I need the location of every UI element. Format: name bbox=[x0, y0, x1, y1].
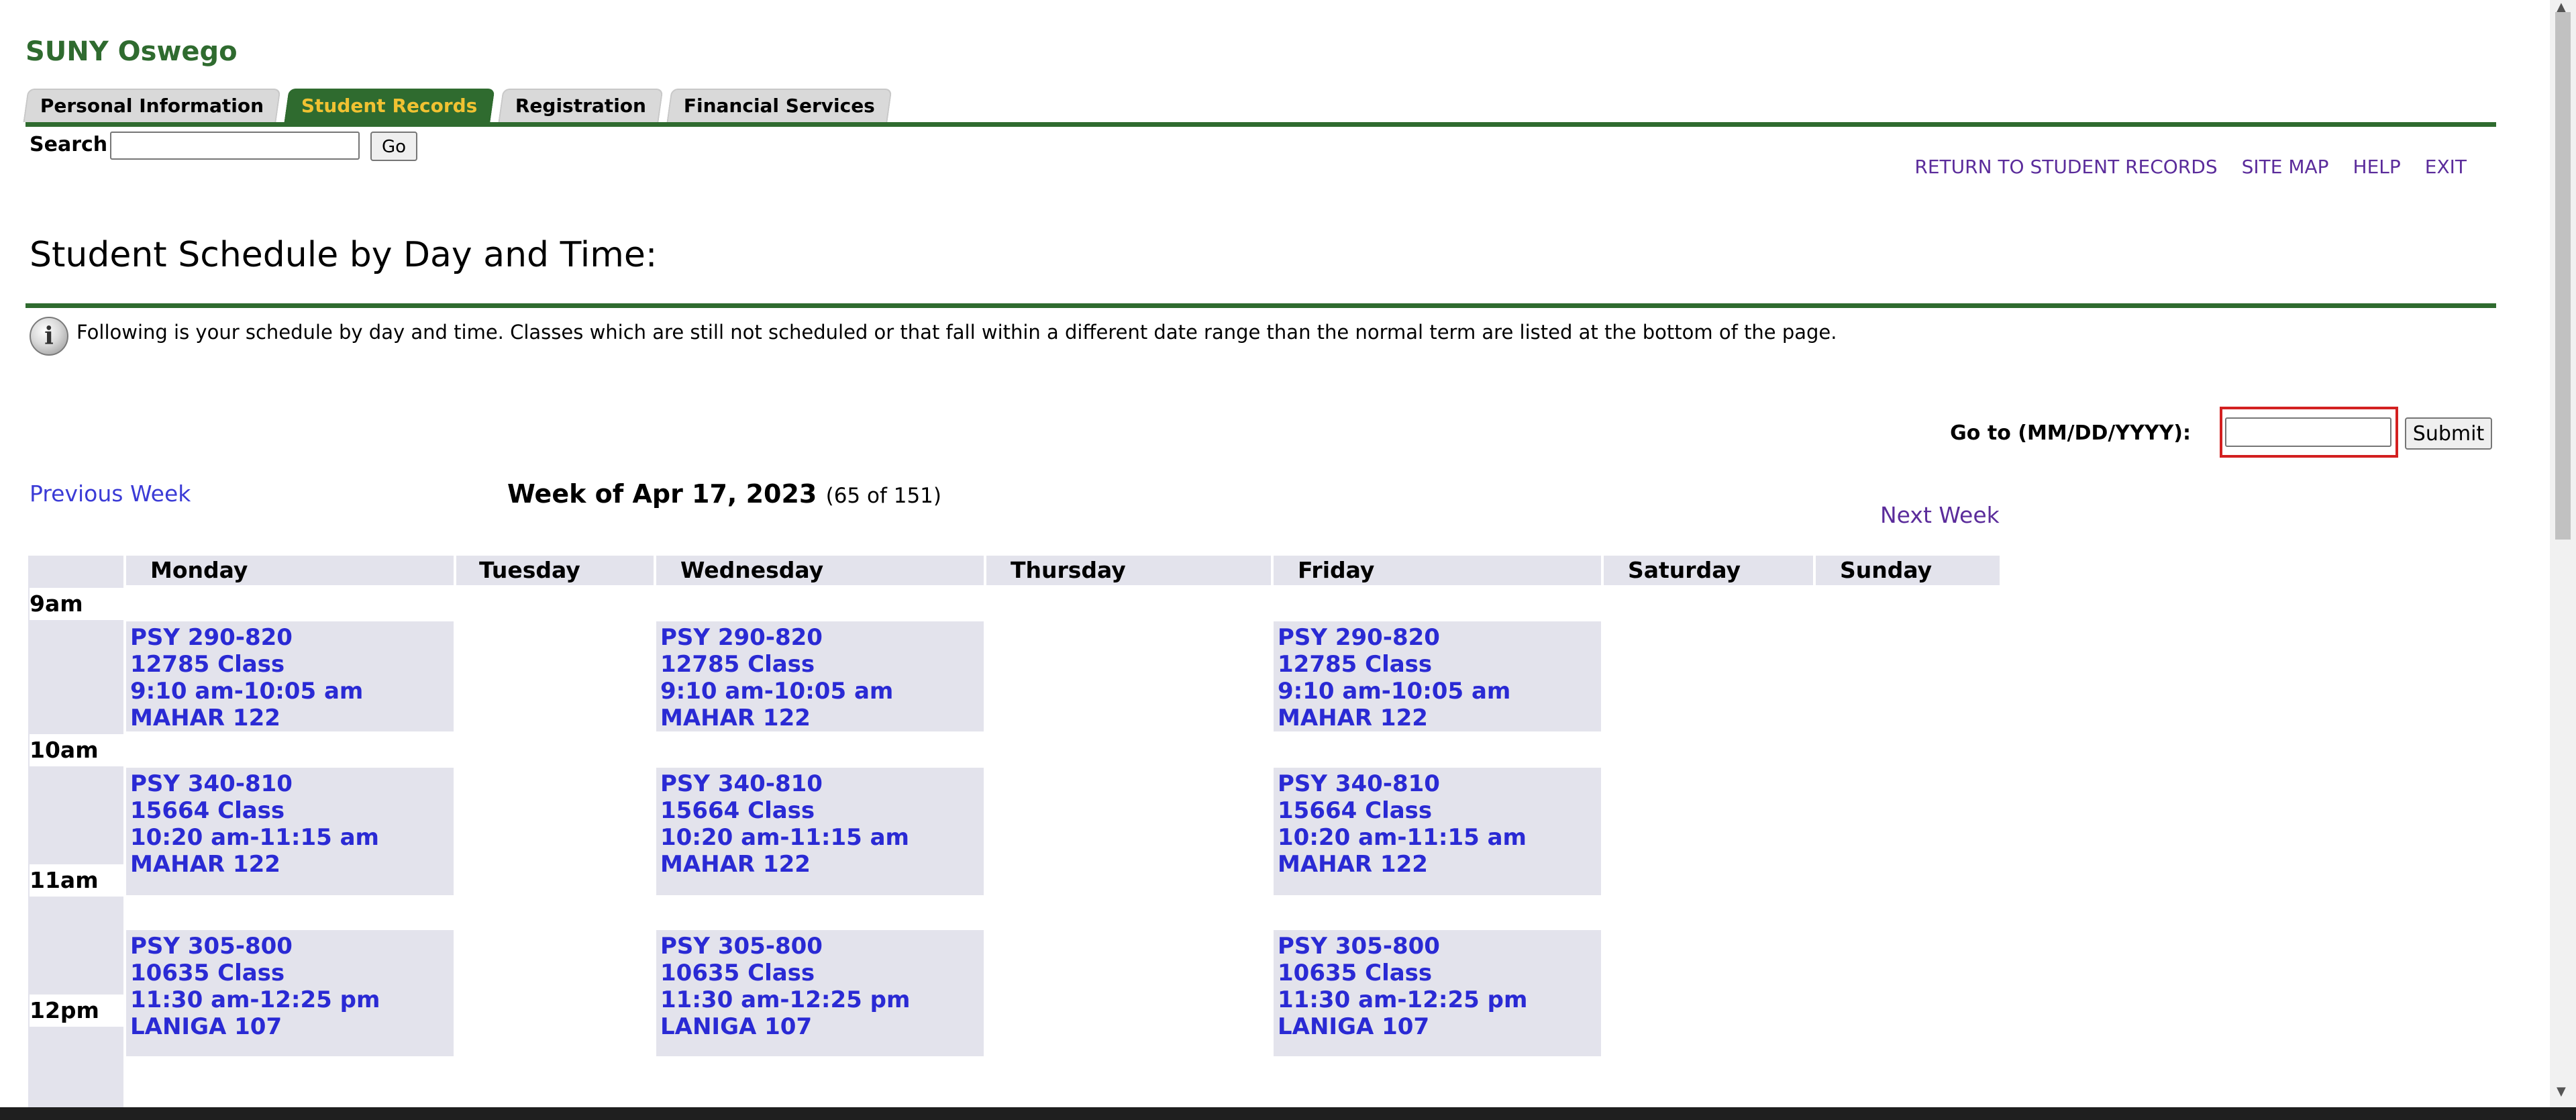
class-crn-link[interactable]: 12785 Class bbox=[660, 651, 984, 678]
site-map-link[interactable]: SITE MAP bbox=[2242, 156, 2329, 178]
week-count: (65 of 151) bbox=[825, 484, 942, 508]
class-room-link[interactable]: MAHAR 122 bbox=[130, 705, 454, 731]
info-text: Following is your schedule by day and ti… bbox=[76, 321, 1837, 344]
time-label-11am: 11am bbox=[30, 864, 123, 897]
day-header-monday: Monday bbox=[126, 556, 454, 585]
tab-financial-services[interactable]: Financial Services bbox=[666, 89, 892, 122]
class-course-link[interactable]: PSY 290-820 bbox=[130, 624, 454, 651]
class-room-link[interactable]: LANIGA 107 bbox=[1278, 1013, 1601, 1040]
class-block-monday-psy305: PSY 305-800 10635 Class 11:30 am-12:25 p… bbox=[126, 930, 454, 1056]
tab-label: Registration bbox=[515, 95, 646, 117]
class-block-friday-psy290: PSY 290-820 12785 Class 9:10 am-10:05 am… bbox=[1274, 621, 1601, 731]
class-room-link[interactable]: MAHAR 122 bbox=[660, 705, 984, 731]
day-header-wednesday: Wednesday bbox=[656, 556, 984, 585]
vertical-scrollbar[interactable]: ▲ ▼ bbox=[2550, 0, 2576, 1107]
class-course-link[interactable]: PSY 340-810 bbox=[130, 770, 454, 797]
class-room-link[interactable]: MAHAR 122 bbox=[1278, 705, 1601, 731]
class-time-link[interactable]: 10:20 am-11:15 am bbox=[660, 824, 984, 851]
class-block-wednesday-psy340: PSY 340-810 15664 Class 10:20 am-11:15 a… bbox=[656, 768, 984, 895]
return-to-student-records-link[interactable]: RETURN TO STUDENT RECORDS bbox=[1914, 156, 2217, 178]
day-header-corner bbox=[28, 556, 123, 585]
tab-personal-information[interactable]: Personal Information bbox=[23, 89, 281, 122]
class-crn-link[interactable]: 10635 Class bbox=[660, 960, 984, 986]
week-of-text: Week of Apr 17, 2023 bbox=[507, 479, 817, 509]
class-time-link[interactable]: 9:10 am-10:05 am bbox=[660, 678, 984, 705]
class-block-monday-psy290: PSY 290-820 12785 Class 9:10 am-10:05 am… bbox=[126, 621, 454, 731]
time-label-12pm: 12pm bbox=[30, 995, 123, 1027]
search-label: Search bbox=[30, 133, 108, 156]
class-course-link[interactable]: PSY 305-800 bbox=[1278, 933, 1601, 960]
day-header-sunday: Sunday bbox=[1816, 556, 2000, 585]
header-divider bbox=[25, 122, 2496, 127]
submit-button[interactable]: Submit bbox=[2405, 417, 2492, 450]
day-header-tuesday: Tuesday bbox=[456, 556, 654, 585]
class-time-link[interactable]: 11:30 am-12:25 pm bbox=[660, 986, 984, 1013]
class-time-link[interactable]: 10:20 am-11:15 am bbox=[130, 824, 454, 851]
class-block-wednesday-psy305: PSY 305-800 10635 Class 11:30 am-12:25 p… bbox=[656, 930, 984, 1056]
previous-week-link[interactable]: Previous Week bbox=[30, 480, 191, 507]
class-crn-link[interactable]: 12785 Class bbox=[1278, 651, 1601, 678]
info-icon: i bbox=[30, 317, 68, 356]
scroll-down-icon[interactable]: ▼ bbox=[2557, 1084, 2566, 1099]
class-crn-link[interactable]: 15664 Class bbox=[130, 797, 454, 824]
title-divider bbox=[25, 303, 2496, 308]
day-header-saturday: Saturday bbox=[1604, 556, 1813, 585]
class-time-link[interactable]: 10:20 am-11:15 am bbox=[1278, 824, 1601, 851]
class-room-link[interactable]: MAHAR 122 bbox=[660, 851, 984, 878]
class-block-wednesday-psy290: PSY 290-820 12785 Class 9:10 am-10:05 am… bbox=[656, 621, 984, 731]
class-block-friday-psy340: PSY 340-810 15664 Class 10:20 am-11:15 a… bbox=[1274, 768, 1601, 895]
goto-date-input[interactable] bbox=[2225, 417, 2391, 447]
search-input[interactable] bbox=[110, 132, 360, 160]
class-time-link[interactable]: 9:10 am-10:05 am bbox=[1278, 678, 1601, 705]
institution-name: SUNY Oswego bbox=[25, 36, 238, 67]
time-label-9am: 9am bbox=[30, 588, 123, 620]
tab-label: Financial Services bbox=[683, 95, 875, 117]
tab-registration[interactable]: Registration bbox=[498, 89, 664, 122]
class-crn-link[interactable]: 15664 Class bbox=[660, 797, 984, 824]
class-crn-link[interactable]: 12785 Class bbox=[130, 651, 454, 678]
class-block-friday-psy305: PSY 305-800 10635 Class 11:30 am-12:25 p… bbox=[1274, 930, 1601, 1056]
class-time-link[interactable]: 11:30 am-12:25 pm bbox=[130, 986, 454, 1013]
class-crn-link[interactable]: 15664 Class bbox=[1278, 797, 1601, 824]
taskbar-edge bbox=[0, 1107, 2576, 1120]
tab-label: Personal Information bbox=[40, 95, 264, 117]
class-room-link[interactable]: LANIGA 107 bbox=[660, 1013, 984, 1040]
scroll-thumb[interactable] bbox=[2555, 12, 2571, 540]
top-links: RETURN TO STUDENT RECORDS SITE MAP HELP … bbox=[1914, 156, 2467, 178]
time-column bbox=[28, 585, 123, 1109]
time-label-10am: 10am bbox=[30, 734, 123, 766]
class-room-link[interactable]: MAHAR 122 bbox=[1278, 851, 1601, 878]
day-header-thursday: Thursday bbox=[986, 556, 1271, 585]
tab-label: Student Records bbox=[301, 95, 478, 117]
page-title: Student Schedule by Day and Time: bbox=[30, 235, 658, 275]
class-time-link[interactable]: 11:30 am-12:25 pm bbox=[1278, 986, 1601, 1013]
help-link[interactable]: HELP bbox=[2353, 156, 2401, 178]
tab-student-records[interactable]: Student Records bbox=[284, 89, 495, 122]
search-go-button[interactable]: Go bbox=[370, 132, 417, 161]
exit-link[interactable]: EXIT bbox=[2425, 156, 2467, 178]
goto-date-label: Go to (MM/DD/YYYY): bbox=[1950, 421, 2191, 445]
class-course-link[interactable]: PSY 305-800 bbox=[660, 933, 984, 960]
main-tabs: Personal Information Student Records Reg… bbox=[23, 87, 898, 122]
class-course-link[interactable]: PSY 340-810 bbox=[1278, 770, 1601, 797]
class-time-link[interactable]: 9:10 am-10:05 am bbox=[130, 678, 454, 705]
class-course-link[interactable]: PSY 305-800 bbox=[130, 933, 454, 960]
next-week-link[interactable]: Next Week bbox=[1880, 502, 2000, 528]
class-room-link[interactable]: MAHAR 122 bbox=[130, 851, 454, 878]
class-block-monday-psy340: PSY 340-810 15664 Class 10:20 am-11:15 a… bbox=[126, 768, 454, 895]
day-header-friday: Friday bbox=[1274, 556, 1601, 585]
class-course-link[interactable]: PSY 340-810 bbox=[660, 770, 984, 797]
class-course-link[interactable]: PSY 290-820 bbox=[660, 624, 984, 651]
class-course-link[interactable]: PSY 290-820 bbox=[1278, 624, 1601, 651]
class-crn-link[interactable]: 10635 Class bbox=[130, 960, 454, 986]
class-room-link[interactable]: LANIGA 107 bbox=[130, 1013, 454, 1040]
class-crn-link[interactable]: 10635 Class bbox=[1278, 960, 1601, 986]
week-heading: Week of Apr 17, 2023 (65 of 151) bbox=[507, 479, 941, 509]
